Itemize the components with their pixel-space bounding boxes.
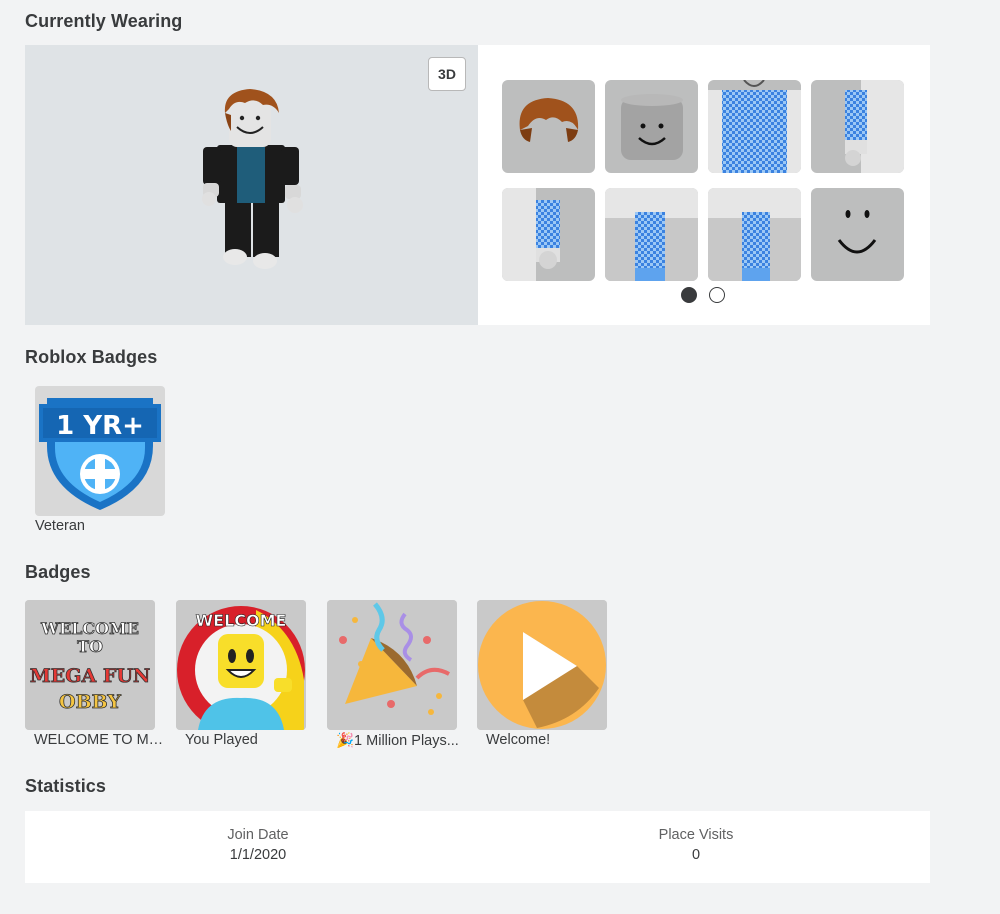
avatar-viewer[interactable]: 3D <box>25 45 478 325</box>
badges-heading: Badges <box>25 562 91 582</box>
svg-text:WELCOME: WELCOME <box>196 611 287 630</box>
svg-text:WELCOME: WELCOME <box>40 619 139 638</box>
stat-join-date: Join Date 1/1/2020 <box>108 827 408 863</box>
badge-you-played[interactable]: WELCOME You Played <box>176 600 306 748</box>
face-icon <box>837 210 877 254</box>
you-played-badge-icon: WELCOME <box>176 600 306 730</box>
statistics-heading: Statistics <box>25 776 107 796</box>
svg-text:1 YR+: 1 YR+ <box>56 411 144 441</box>
hair-icon <box>519 98 579 142</box>
roblox-badges-heading: Roblox Badges <box>25 347 158 367</box>
item-face[interactable] <box>811 188 904 281</box>
item-left-arm[interactable] <box>502 188 595 281</box>
join-date-label: Join Date <box>227 827 289 843</box>
right-leg-icon <box>605 188 698 281</box>
badge-name[interactable]: 🎉1 Million Plays... <box>327 732 467 749</box>
badge-welcome[interactable]: Welcome! <box>477 600 607 748</box>
currently-wearing-panel: 3D <box>25 45 930 325</box>
badge-name[interactable]: Veteran <box>35 518 175 534</box>
svg-text:TO: TO <box>77 637 103 656</box>
head-icon <box>621 94 683 160</box>
avatar-figure-icon <box>202 89 303 269</box>
mega-fun-obby-badge-icon: WELCOME TO MEGA FUN OBBY <box>25 600 155 730</box>
3d-toggle-button[interactable]: 3D <box>428 57 466 91</box>
left-leg-icon <box>708 188 801 281</box>
play-badge-icon <box>477 600 607 730</box>
badge-name[interactable]: WELCOME TO ME... <box>25 732 165 748</box>
place-visits-label: Place Visits <box>658 827 734 843</box>
carousel-pagination <box>681 287 725 303</box>
item-hair[interactable] <box>502 80 595 173</box>
svg-text:OBBY: OBBY <box>59 691 121 713</box>
page-dot-1[interactable] <box>681 287 697 303</box>
item-head[interactable] <box>605 80 698 173</box>
statistics-panel: Join Date 1/1/2020 Place Visits 0 <box>25 811 930 883</box>
item-right-leg[interactable] <box>605 188 698 281</box>
badge-name[interactable]: You Played <box>176 732 316 748</box>
veteran-badge-icon: 1 YR+ <box>39 398 161 510</box>
badge-1-million-plays[interactable]: 🎉1 Million Plays... <box>327 600 459 749</box>
place-visits-value: 0 <box>691 847 701 863</box>
party-popper-badge-icon <box>327 600 457 730</box>
item-left-leg[interactable] <box>708 188 801 281</box>
item-right-arm[interactable] <box>811 80 904 173</box>
stat-place-visits: Place Visits 0 <box>546 827 846 863</box>
shirt-icon <box>708 80 801 173</box>
badge-welcome-mega-fun[interactable]: WELCOME TO MEGA FUN OBBY WELCOME TO ME..… <box>25 600 165 748</box>
currently-wearing-heading: Currently Wearing <box>25 11 183 31</box>
page-dot-2[interactable] <box>709 287 725 303</box>
join-date-value: 1/1/2020 <box>229 847 287 863</box>
roblox-badge-veteran[interactable]: 1 YR+ Veteran <box>35 386 165 534</box>
badge-name[interactable]: Welcome! <box>477 732 617 748</box>
item-shirt[interactable] <box>708 80 801 173</box>
left-arm-icon <box>502 188 560 281</box>
svg-text:MEGA FUN: MEGA FUN <box>30 665 151 687</box>
right-arm-icon <box>845 80 904 173</box>
